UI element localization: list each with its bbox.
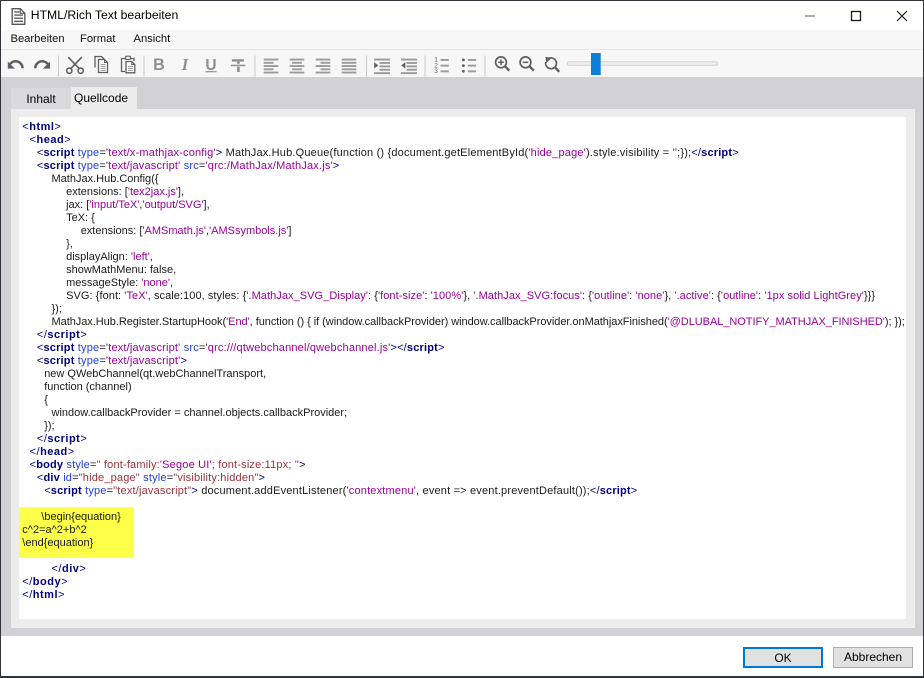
svg-text:3: 3 <box>434 68 438 75</box>
svg-text:I: I <box>181 55 189 74</box>
svg-text:B: B <box>153 56 165 74</box>
